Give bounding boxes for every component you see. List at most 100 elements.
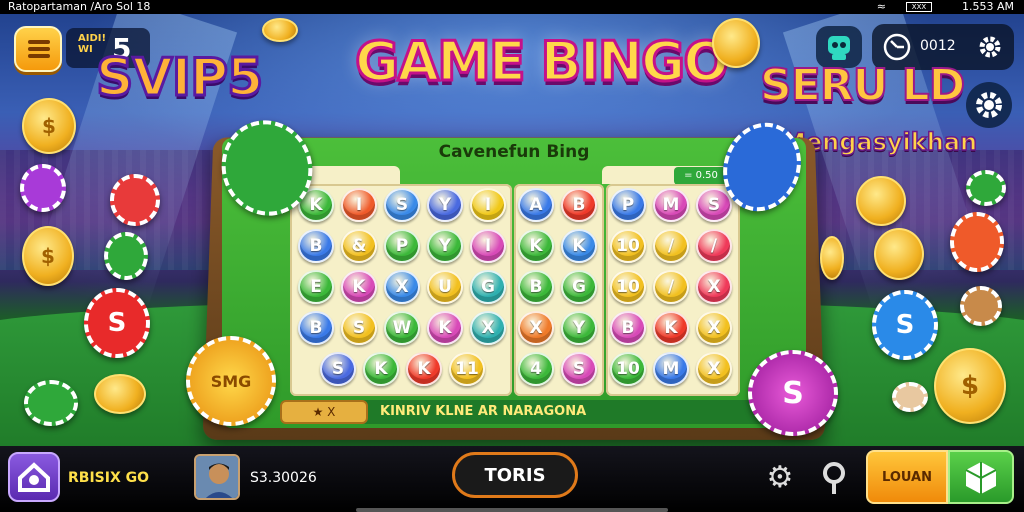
chip-decoration bbox=[24, 380, 78, 426]
bingo-ball[interactable]: P bbox=[384, 229, 420, 263]
bingo-ball[interactable]: X bbox=[696, 352, 732, 386]
player-avatar[interactable] bbox=[194, 454, 240, 500]
bingo-ball[interactable]: I bbox=[470, 188, 506, 222]
bingo-ball[interactable]: K bbox=[518, 229, 554, 263]
bingo-ball[interactable]: S bbox=[341, 311, 377, 345]
timer-value: 0012 bbox=[920, 38, 956, 54]
panel-tab bbox=[300, 166, 400, 184]
gift-box-icon bbox=[965, 462, 997, 494]
user-name: RBISIX GO bbox=[68, 470, 150, 486]
coin-decoration bbox=[856, 176, 906, 226]
coin-decoration bbox=[820, 236, 844, 280]
bingo-ball[interactable]: A bbox=[518, 188, 554, 222]
bingo-ball[interactable]: K bbox=[363, 352, 399, 386]
bingo-ball[interactable]: Y bbox=[427, 229, 463, 263]
bingo-ball[interactable]: B bbox=[298, 311, 334, 345]
coin-decoration bbox=[262, 18, 298, 42]
bingo-ball[interactable]: & bbox=[341, 229, 377, 263]
home-icon bbox=[18, 462, 50, 492]
settings-button[interactable] bbox=[966, 82, 1012, 128]
battery-icon: XXX bbox=[906, 2, 932, 12]
vip-badge: SVIP5 bbox=[94, 47, 264, 110]
bingo-ball[interactable]: I bbox=[470, 229, 506, 263]
game-screen: { "status_bar": {"left_text": "Ratoparta… bbox=[0, 0, 1024, 512]
chip-decoration bbox=[892, 382, 928, 412]
home-button[interactable] bbox=[8, 452, 60, 502]
bingo-ball[interactable]: B bbox=[610, 311, 646, 345]
bingo-ball[interactable]: X bbox=[384, 270, 420, 304]
bingo-ball[interactable]: U bbox=[427, 270, 463, 304]
store-button[interactable] bbox=[948, 450, 1014, 504]
promo-title: SERU LD bbox=[759, 59, 966, 112]
bet-button[interactable]: ★ X bbox=[280, 400, 368, 424]
bingo-ball[interactable]: Y bbox=[561, 311, 597, 345]
bingo-ball[interactable]: E bbox=[298, 270, 334, 304]
play-button[interactable]: TORIS bbox=[452, 452, 578, 498]
bingo-ball[interactable]: K bbox=[653, 311, 689, 345]
bingo-ball[interactable]: K bbox=[427, 311, 463, 345]
bingo-ball[interactable]: K bbox=[341, 270, 377, 304]
gear-icon[interactable]: ⚙ bbox=[764, 462, 796, 494]
bingo-ball[interactable]: X bbox=[696, 270, 732, 304]
bingo-ball[interactable]: B bbox=[561, 188, 597, 222]
bingo-ball[interactable]: 10 bbox=[610, 229, 646, 263]
bingo-ball[interactable]: K bbox=[561, 229, 597, 263]
progress-track bbox=[356, 508, 668, 512]
bingo-ball[interactable]: S bbox=[320, 352, 356, 386]
bingo-ball[interactable]: S bbox=[384, 188, 420, 222]
hamburger-icon-bar bbox=[28, 54, 50, 58]
clock-icon bbox=[883, 33, 911, 61]
wifi-icon: ≈ bbox=[876, 0, 886, 13]
bingo-ball[interactable]: W bbox=[384, 311, 420, 345]
bingo-ball[interactable]: X bbox=[470, 311, 506, 345]
big-chip-left: SMG bbox=[186, 336, 276, 426]
chip-decoration bbox=[966, 170, 1006, 206]
card-middle: ABKKBGXY4S bbox=[514, 184, 604, 396]
bingo-ball[interactable]: G bbox=[470, 270, 506, 304]
status-left-text: Ratopartaman /Aro Sol 18 bbox=[8, 0, 151, 13]
menu-button[interactable] bbox=[14, 26, 62, 72]
bingo-ball[interactable]: K bbox=[406, 352, 442, 386]
bingo-ball[interactable]: 10 bbox=[610, 352, 646, 386]
coin-decoration bbox=[712, 18, 760, 68]
bingo-ball[interactable]: S bbox=[696, 188, 732, 222]
hamburger-icon-bar bbox=[28, 47, 50, 51]
chip-decoration bbox=[110, 174, 160, 226]
bingo-ball[interactable]: B bbox=[518, 270, 554, 304]
chip-decoration bbox=[20, 164, 66, 212]
gear-icon bbox=[976, 92, 1002, 118]
status-time: 1.553 AM bbox=[961, 0, 1014, 13]
bingo-ball[interactable]: M bbox=[653, 188, 689, 222]
location-pin-icon[interactable] bbox=[818, 460, 850, 496]
bingo-ball[interactable]: / bbox=[653, 229, 689, 263]
big-chip-right: S bbox=[748, 350, 838, 436]
chip-decoration bbox=[950, 212, 1004, 272]
bingo-ball[interactable]: Y bbox=[427, 188, 463, 222]
card-right: P M S 10//10/X B K X 10 M X bbox=[606, 184, 740, 396]
chip-decoration bbox=[960, 286, 1002, 326]
board-footer: ★ X KINRIV KLNE AR NARAGONA bbox=[280, 400, 798, 424]
bingo-ball[interactable]: / bbox=[653, 270, 689, 304]
bingo-ball[interactable]: P bbox=[610, 188, 646, 222]
coin-decoration: $ bbox=[22, 98, 76, 154]
coin-decoration bbox=[874, 228, 924, 280]
score-tab: = 0.50 bbox=[674, 167, 728, 185]
bingo-ball[interactable]: M bbox=[653, 352, 689, 386]
login-button[interactable]: LOUAN bbox=[866, 450, 948, 504]
bingo-ball[interactable]: 11 bbox=[449, 352, 485, 386]
game-title: GAME BINGO bbox=[354, 29, 731, 95]
status-bar: Ratopartaman /Aro Sol 18 ≈ XXX 1.553 AM bbox=[0, 0, 1024, 14]
bingo-ball[interactable]: X bbox=[696, 311, 732, 345]
gear-icon[interactable] bbox=[976, 33, 1004, 61]
bingo-ball[interactable]: S bbox=[561, 352, 597, 386]
bingo-ball[interactable]: / bbox=[696, 229, 732, 263]
card-left: K I S Y I B & P Y I E K X U G B S W K X S K K 11 bbox=[290, 184, 512, 396]
bingo-ball[interactable]: X bbox=[518, 311, 554, 345]
bingo-ball[interactable]: 10 bbox=[610, 270, 646, 304]
chip-right-blue: S bbox=[872, 290, 938, 360]
bingo-ball[interactable]: B bbox=[298, 229, 334, 263]
bingo-ball[interactable]: G bbox=[561, 270, 597, 304]
bingo-ball[interactable]: 4 bbox=[518, 352, 554, 386]
bingo-ball[interactable]: I bbox=[341, 188, 377, 222]
chip-left-red: S bbox=[84, 288, 150, 358]
